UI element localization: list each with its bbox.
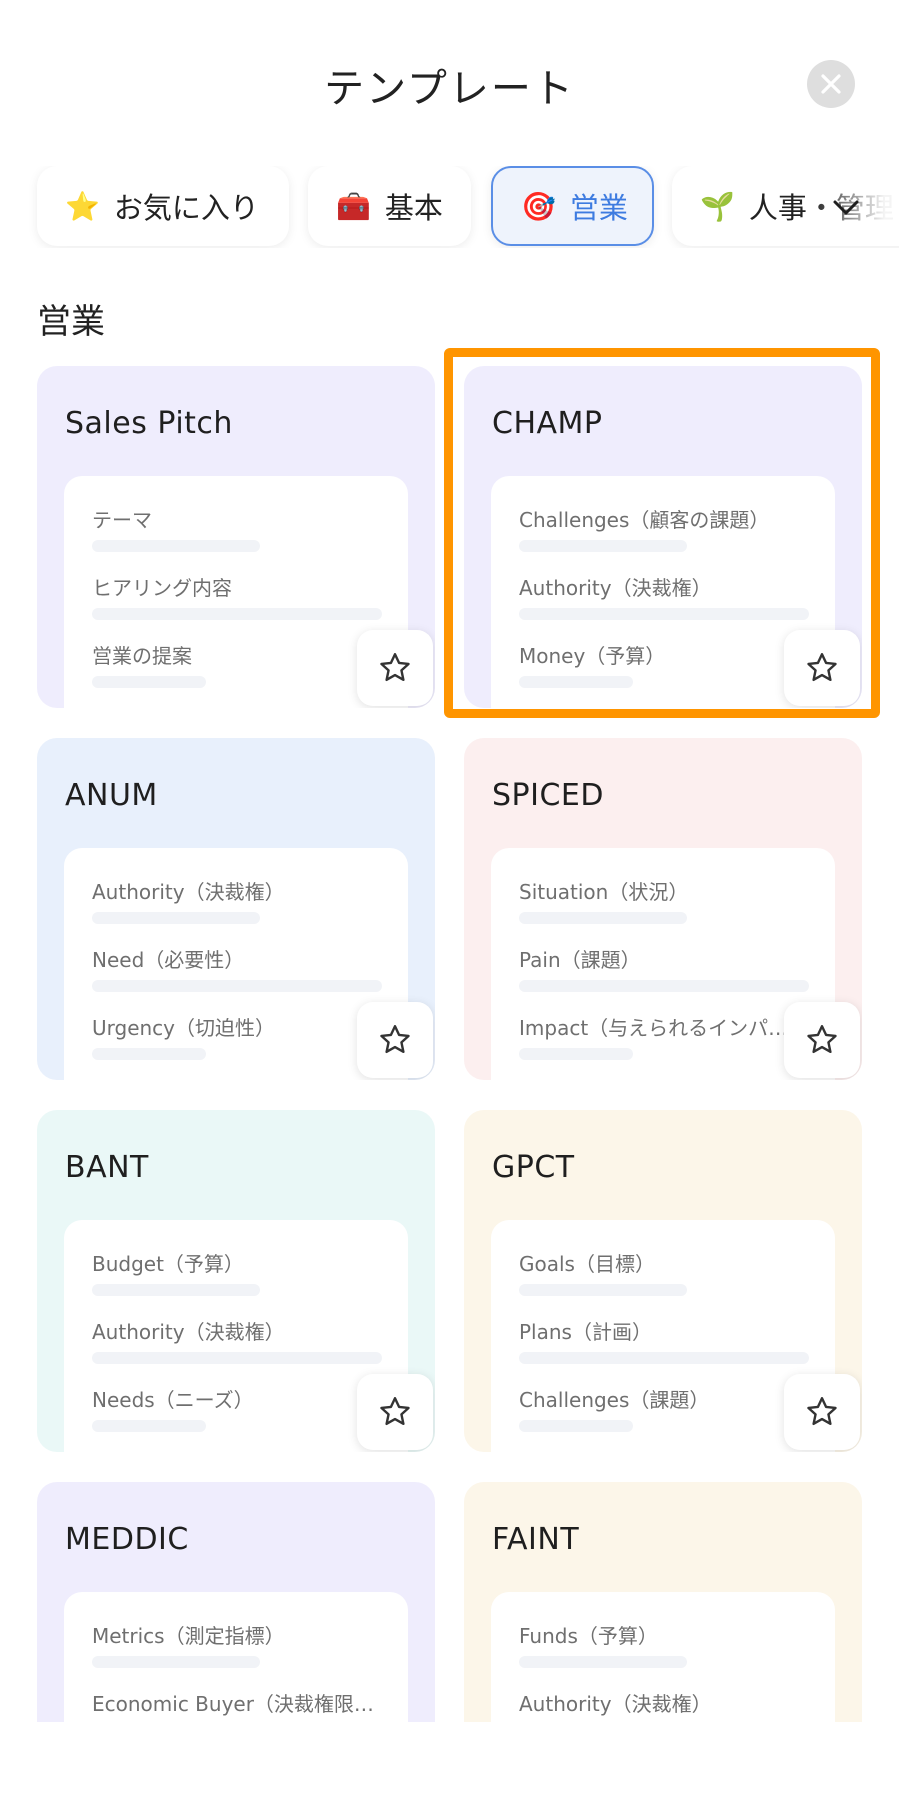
field-label: Economic Buyer（決裁権限… bbox=[92, 1692, 374, 1716]
close-button[interactable] bbox=[807, 60, 855, 108]
placeholder-bar bbox=[519, 1284, 687, 1296]
placeholder-bar bbox=[92, 1420, 206, 1432]
card-preview: Metrics（測定指標） Economic Buyer（決裁権限… bbox=[64, 1592, 408, 1722]
template-card-meddic[interactable]: MEDDIC Metrics（測定指標） Economic Buyer（決裁権限… bbox=[37, 1482, 435, 1722]
placeholder-bar bbox=[92, 1048, 206, 1060]
field-label: ヒアリング内容 bbox=[92, 576, 232, 600]
card-title: Sales Pitch bbox=[65, 406, 233, 441]
tab-label: 営業 bbox=[569, 191, 628, 225]
card-title: MEDDIC bbox=[65, 1522, 189, 1557]
star-icon bbox=[807, 1397, 837, 1426]
field-label: Plans（計画） bbox=[519, 1320, 652, 1344]
tab-favorites[interactable]: ⭐ お気に入り bbox=[37, 166, 289, 246]
placeholder-bar bbox=[519, 980, 809, 992]
field-label: Pain（課題） bbox=[519, 948, 641, 972]
card-title: FAINT bbox=[492, 1522, 580, 1557]
placeholder-bar bbox=[519, 608, 809, 620]
field-label: Authority（決裁権） bbox=[519, 576, 712, 600]
target-emoji-icon: 🎯 bbox=[521, 189, 556, 223]
field-label: 営業の提案 bbox=[92, 644, 192, 668]
placeholder-bar bbox=[92, 912, 260, 924]
placeholder-bar bbox=[92, 540, 260, 552]
card-title: SPICED bbox=[492, 778, 604, 813]
page-title: テンプレート bbox=[324, 66, 575, 112]
field-label: Goals（目標） bbox=[519, 1252, 655, 1276]
field-label: テーマ bbox=[92, 508, 152, 532]
star-icon bbox=[807, 653, 837, 682]
template-card-champ[interactable]: CHAMP Challenges（顧客の課題） Authority（決裁権） M… bbox=[464, 366, 862, 708]
card-title: BANT bbox=[65, 1150, 149, 1185]
placeholder-bar bbox=[92, 980, 382, 992]
header: テンプレート bbox=[0, 0, 899, 160]
favorite-button[interactable] bbox=[357, 630, 433, 706]
placeholder-bar bbox=[519, 540, 687, 552]
placeholder-bar bbox=[92, 676, 206, 688]
seedling-emoji-icon: 🌱 bbox=[700, 189, 735, 223]
placeholder-bar bbox=[519, 1048, 633, 1060]
field-label: Authority（決裁権） bbox=[519, 1692, 712, 1716]
field-label: Impact（与えられるインパ… bbox=[519, 1016, 789, 1040]
tab-label: 基本 bbox=[384, 191, 443, 225]
tab-sales[interactable]: 🎯 営業 bbox=[491, 166, 654, 246]
placeholder-bar bbox=[92, 1284, 260, 1296]
close-icon bbox=[821, 74, 841, 94]
card-preview: Funds（予算） Authority（決裁権） bbox=[491, 1592, 835, 1722]
field-label: Authority（決裁権） bbox=[92, 1320, 285, 1344]
field-label: Situation（状況） bbox=[519, 880, 689, 904]
field-label: Challenges（顧客の課題） bbox=[519, 508, 770, 532]
placeholder-bar bbox=[519, 676, 633, 688]
placeholder-bar bbox=[519, 912, 687, 924]
template-card-anum[interactable]: ANUM Authority（決裁権） Need（必要性） Urgency（切迫… bbox=[37, 738, 435, 1080]
card-title: CHAMP bbox=[492, 406, 603, 441]
field-label: Needs（ニーズ） bbox=[92, 1388, 254, 1412]
placeholder-bar bbox=[519, 1352, 809, 1364]
section-title: 営業 bbox=[37, 302, 105, 342]
star-icon bbox=[380, 1025, 410, 1054]
placeholder-bar bbox=[519, 1420, 633, 1432]
favorite-button[interactable] bbox=[784, 1374, 860, 1450]
field-label: Urgency（切迫性） bbox=[92, 1016, 276, 1040]
favorite-button[interactable] bbox=[784, 630, 860, 706]
placeholder-bar bbox=[92, 608, 382, 620]
template-card-spiced[interactable]: SPICED Situation（状況） Pain（課題） Impact（与えら… bbox=[464, 738, 862, 1080]
template-card-gpct[interactable]: GPCT Goals（目標） Plans（計画） Challenges（課題） bbox=[464, 1110, 862, 1452]
field-label: Authority（決裁権） bbox=[92, 880, 285, 904]
field-label: Need（必要性） bbox=[92, 948, 245, 972]
star-emoji-icon: ⭐ bbox=[65, 189, 100, 223]
favorite-button[interactable] bbox=[357, 1002, 433, 1078]
placeholder-bar bbox=[92, 1656, 260, 1668]
chevron-down-icon bbox=[833, 200, 859, 215]
star-icon bbox=[807, 1025, 837, 1054]
star-icon bbox=[380, 1397, 410, 1426]
card-title: ANUM bbox=[65, 778, 158, 813]
tab-basic[interactable]: 🧰 基本 bbox=[308, 166, 471, 246]
favorite-button[interactable] bbox=[784, 1002, 860, 1078]
template-card-bant[interactable]: BANT Budget（予算） Authority（決裁権） Needs（ニーズ… bbox=[37, 1110, 435, 1452]
expand-tabs-button[interactable] bbox=[826, 188, 866, 228]
tab-label: お気に入り bbox=[113, 191, 259, 225]
favorite-button[interactable] bbox=[357, 1374, 433, 1450]
toolbox-emoji-icon: 🧰 bbox=[336, 189, 371, 223]
card-title: GPCT bbox=[492, 1150, 575, 1185]
template-card-sales-pitch[interactable]: Sales Pitch テーマ ヒアリング内容 営業の提案 bbox=[37, 366, 435, 708]
template-card-faint[interactable]: FAINT Funds（予算） Authority（決裁権） bbox=[464, 1482, 862, 1722]
field-label: Challenges（課題） bbox=[519, 1388, 710, 1412]
field-label: Money（予算） bbox=[519, 644, 666, 668]
field-label: Metrics（測定指標） bbox=[92, 1624, 285, 1648]
placeholder-bar bbox=[519, 1656, 687, 1668]
placeholder-bar bbox=[92, 1352, 382, 1364]
category-tabs: ⭐ お気に入り 🧰 基本 🎯 営業 🌱 人事・管理 bbox=[0, 166, 899, 248]
field-label: Funds（予算） bbox=[519, 1624, 658, 1648]
star-icon bbox=[380, 653, 410, 682]
field-label: Budget（予算） bbox=[92, 1252, 244, 1276]
